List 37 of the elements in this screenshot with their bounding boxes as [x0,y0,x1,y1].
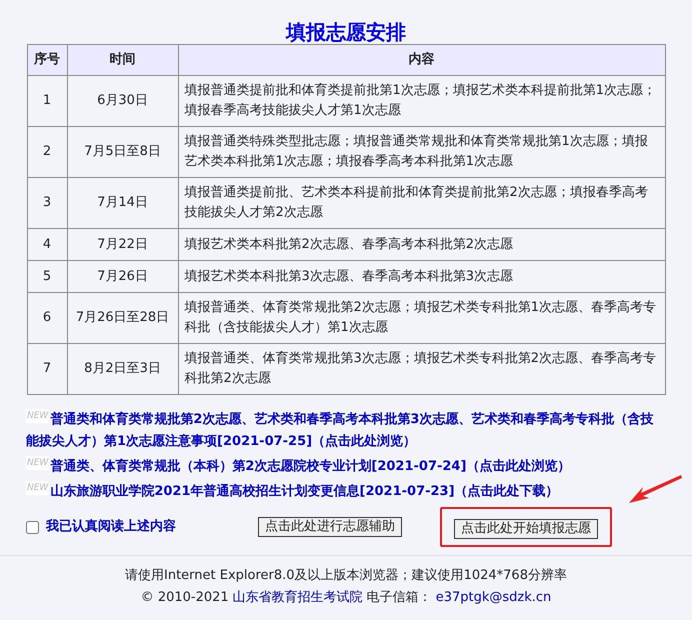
table-cell: 7月5日至8日 [67,126,178,178]
new-badge: NEW [26,409,50,423]
table-cell: 6 [27,292,67,344]
copyright-text: © 2010-2021 [140,589,229,607]
table-cell: 7 [27,344,67,394]
action-button[interactable]: 点击此处开始填报志愿 [454,519,598,539]
column-header: 内容 [178,44,665,76]
email-link[interactable]: e37ptgk@sdzk.cn [436,588,552,608]
page-title: 填报志愿安排 [286,20,406,44]
table-cell: 填报普通类、体育类常规批第2次志愿；填报艺术类专科批第1次志愿、春季高考专科批（含技能拔尖人才）第1次志愿 [178,292,665,344]
table-cell: 填报艺术类本科批第2次志愿、春季高考本科批第2次志愿 [178,228,665,260]
table-cell: 2 [27,126,67,178]
email-label: 电子信箱： [366,589,432,607]
agreement-label[interactable]: 我已认真阅读上述内容 [46,517,176,537]
column-header: 序号 [27,44,67,76]
table-cell: 3 [27,178,67,228]
table-cell: 填报普通类特殊类型批志愿；填报普通类常规批和体育类常规批第1次志愿；填报艺术类本科批第1次志愿；填报春季高考本科批第1次志愿 [178,126,665,178]
column-header: 时间 [67,44,178,76]
table-cell: 7月14日 [67,178,178,228]
table-cell: 4 [27,228,67,260]
table-cell: 填报普通类提前批、艺术类本科提前批和体育类提前批第2次志愿；填报春季高考技能拔尖人才第2次志愿 [178,178,665,228]
new-badge: NEW [26,481,50,495]
table-cell: 8月2日至3日 [67,344,178,394]
table-cell: 5 [27,260,67,292]
browser-note: 请使用Internet Explorer8.0及以上版本浏览器；建议使用1024*768分辨率 [125,567,567,585]
table-cell: 填报普通类提前批和体育类提前批第1次志愿；填报艺术类本科提前批第1次志愿；填报春季高考技能拔尖人才第1次志愿 [178,76,665,126]
table-cell: 7月26日至28日 [67,292,178,344]
table-cell: 6月30日 [67,76,178,126]
organization-link[interactable]: 山东省教育招生考试院 [232,588,363,608]
table-cell: 填报艺术类本科批第3次志愿、春季高考本科批第3次志愿 [178,260,665,292]
agreement-checkbox[interactable] [26,520,39,534]
table-cell: 填报普通类、体育类常规批第3次志愿；填报艺术类专科批第2次志愿、春季高考专科批第2次志愿 [178,344,665,394]
action-button[interactable]: 点击此处进行志愿辅助 [258,517,402,537]
table-cell: 7月22日 [67,228,178,260]
table-cell: 1 [27,76,67,126]
table-cell: 7月26日 [67,260,178,292]
new-badge: NEW [26,456,50,470]
